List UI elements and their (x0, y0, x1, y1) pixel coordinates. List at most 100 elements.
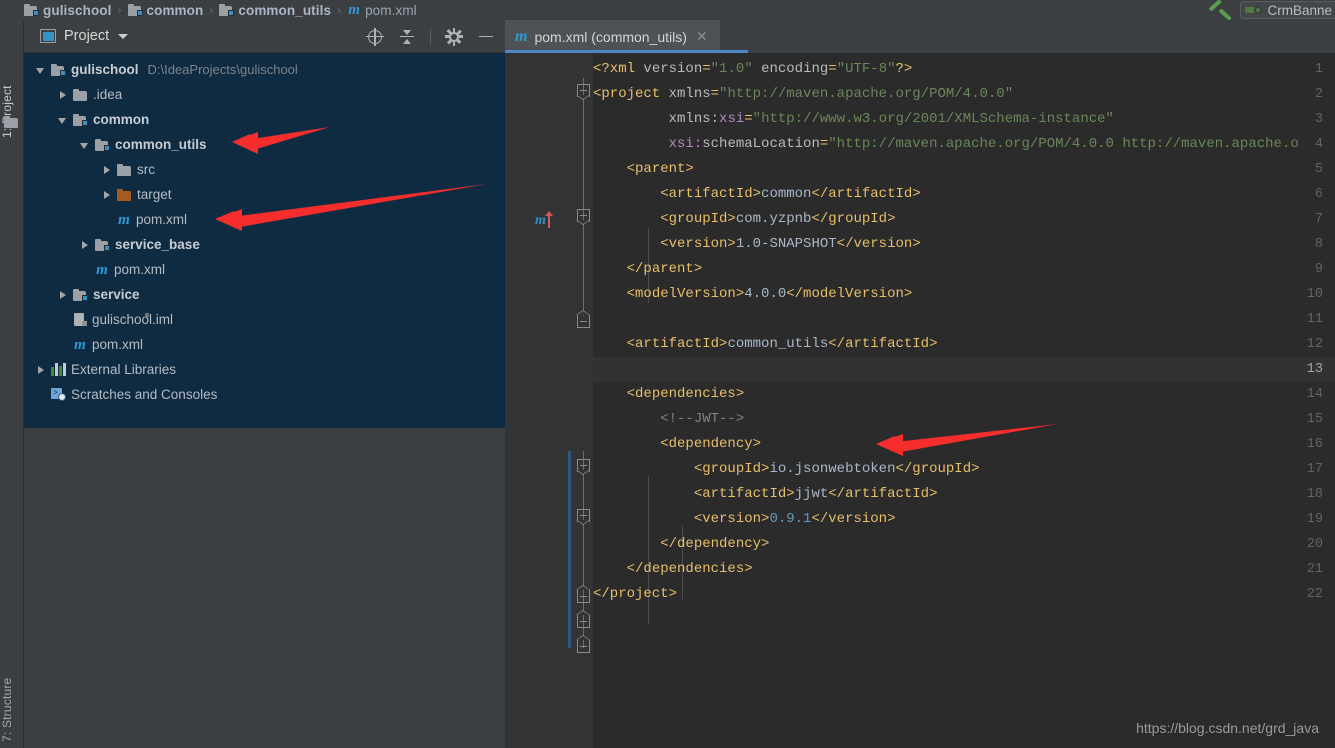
tree-twisty-right-icon[interactable] (56, 288, 70, 302)
project-tree[interactable]: gulischool D:\IdeaProjects\gulischool .ide… (24, 53, 505, 428)
tree-item-label: pom.xml (114, 262, 166, 277)
tree-item-pom-xml[interactable]: m pom.xml (24, 207, 505, 232)
maven-file-icon: m (96, 261, 108, 278)
tree-item-service[interactable]: service (24, 282, 505, 307)
code-line[interactable]: </project> (593, 582, 677, 607)
breadcrumb-item-gulischool[interactable]: gulischool (24, 0, 112, 20)
fold-marker-end[interactable] (576, 310, 590, 328)
tree-twisty-right-icon[interactable] (34, 363, 48, 377)
tree-item-label: service_base (115, 237, 200, 252)
tree-item-label: .idea (93, 87, 123, 102)
tree-item-label: src (137, 162, 155, 177)
fold-marker-collapse[interactable] (576, 509, 590, 525)
breadcrumb-separator: › (117, 3, 122, 17)
code-line[interactable]: <artifactId>common_utils</artifactId> (593, 332, 938, 357)
run-config-icon (1245, 5, 1263, 16)
code-line[interactable]: </dependencies> (593, 557, 753, 582)
code-line[interactable]: <groupId>io.jsonwebtoken</groupId> (593, 457, 980, 482)
code-line[interactable]: </parent> (593, 257, 703, 282)
breadcrumb-item-common-utils[interactable]: common_utils (219, 0, 331, 20)
tree-twisty-down-icon[interactable] (78, 138, 92, 152)
tree-item--idea[interactable]: .idea (24, 82, 505, 107)
fold-marker-collapse[interactable] (576, 459, 590, 475)
tab-pom-xml[interactable]: m pom.xml (common_utils) ✕ (505, 20, 720, 53)
tree-item-service-base[interactable]: service_base (24, 232, 505, 257)
fold-marker-end[interactable] (576, 610, 590, 628)
tab-label: pom.xml (common_utils) (534, 28, 687, 45)
scratches-icon: >_ (51, 388, 66, 401)
code-line[interactable]: <version>1.0-SNAPSHOT</version> (593, 232, 920, 257)
line-number: 15 (1306, 412, 1323, 427)
code-line[interactable]: <!--JWT--> (593, 407, 744, 432)
tree-twisty-right-icon[interactable] (100, 163, 114, 177)
collapse-all-icon[interactable] (398, 28, 416, 46)
close-icon[interactable]: ✕ (696, 28, 708, 45)
tree-item-external-libraries[interactable]: External Libraries (24, 357, 505, 382)
line-number: 12 (1306, 337, 1323, 352)
tree-item-pom-xml[interactable]: m pom.xml (24, 257, 505, 282)
tree-twisty-right-icon[interactable] (100, 188, 114, 202)
module-icon (127, 4, 143, 16)
tree-item-label: common (93, 112, 150, 127)
editor-gutter[interactable] (505, 53, 575, 748)
project-panel-toolbar (366, 20, 495, 53)
code-line[interactable]: <artifactId>jjwt</artifactId> (593, 482, 938, 507)
tool-window-tab-structure[interactable]: 7: Structure (0, 632, 24, 742)
code-line[interactable]: <dependencies> (593, 382, 745, 407)
code-line[interactable]: </dependency> (593, 532, 769, 557)
module-icon (73, 113, 88, 126)
tree-item-gulischool[interactable]: gulischool D:\IdeaProjects\gulischool (24, 57, 505, 82)
code-line[interactable]: <groupId>com.yzpnb</groupId> (593, 207, 895, 232)
tree-item-label: External Libraries (71, 362, 177, 377)
project-tool-window: Project gulischool D:\IdeaProjects\gulisc… (24, 20, 505, 748)
code-line[interactable]: xsi:schemaLocation="http://maven.apache.… (593, 132, 1299, 157)
tree-item-src[interactable]: src (24, 157, 505, 182)
tree-twisty-down-icon[interactable] (34, 63, 48, 77)
line-number: 6 (1314, 187, 1323, 202)
minimize-icon[interactable] (477, 28, 495, 46)
tree-twisty-right-icon[interactable] (78, 238, 92, 252)
tree-item-common-utils[interactable]: common_utils (24, 132, 505, 157)
run-configuration-chip[interactable]: CrmBanne (1240, 1, 1335, 19)
green-checkmark-icon[interactable] (1208, 0, 1234, 21)
code-line[interactable]: <?xml version="1.0" encoding="UTF-8"?> (593, 57, 912, 82)
code-line[interactable]: <parent> (593, 157, 694, 182)
fold-marker-end[interactable] (576, 635, 590, 653)
code-line[interactable]: <modelVersion>4.0.0</modelVersion> (593, 282, 913, 307)
line-number: 18 (1306, 487, 1323, 502)
code-line[interactable]: <artifactId>common</artifactId> (593, 182, 920, 207)
maven-reimport-icon[interactable]: m (535, 211, 561, 229)
tree-item-pom-xml[interactable]: m pom.xml (24, 332, 505, 357)
line-number: 21 (1306, 562, 1323, 577)
code-line[interactable]: xmlns:xsi="http://www.w3.org/2001/XMLSch… (593, 107, 1114, 132)
fold-marker-collapse[interactable] (576, 84, 590, 100)
fold-marker-end[interactable] (576, 585, 590, 603)
toolbar-divider (430, 28, 431, 45)
line-number: 20 (1306, 537, 1323, 552)
tree-item-common[interactable]: common (24, 107, 505, 132)
line-number: 14 (1306, 387, 1323, 402)
tree-item-scratches-and-consoles[interactable]: >_ Scratches and Consoles (24, 382, 505, 407)
fold-marker-collapse[interactable] (576, 209, 590, 225)
tree-item-label: service (93, 287, 140, 302)
gear-icon[interactable] (445, 27, 463, 46)
maven-file-icon: m (118, 211, 130, 228)
breadcrumb-separator: › (209, 3, 214, 17)
breadcrumb-item-common[interactable]: common (127, 0, 204, 20)
code-line[interactable]: <dependency> (593, 432, 761, 457)
select-opened-file-icon[interactable] (366, 27, 384, 46)
breadcrumb-item-pom-xml[interactable]: m pom.xml (347, 0, 417, 20)
line-number: 19 (1306, 512, 1323, 527)
tree-item-target[interactable]: target (24, 182, 505, 207)
project-panel-title: Project (64, 28, 110, 44)
code-line[interactable]: <version>0.9.1</version> (593, 507, 896, 532)
code-editor[interactable]: m 1 <?xml version="1.0" encoding="UTF-8"?… (505, 53, 1335, 748)
code-line[interactable]: <project xmlns="http://maven.apache.org/… (593, 82, 1013, 107)
folder-icon (4, 116, 19, 128)
tree-item-gulischool-iml[interactable]: gulischool.iml (24, 307, 505, 332)
tree-item-label: target (137, 187, 172, 202)
tree-twisty-right-icon[interactable] (56, 88, 70, 102)
tree-twisty-down-icon[interactable] (56, 113, 70, 127)
line-number: 7 (1314, 212, 1323, 227)
chevron-down-icon[interactable] (118, 33, 129, 39)
